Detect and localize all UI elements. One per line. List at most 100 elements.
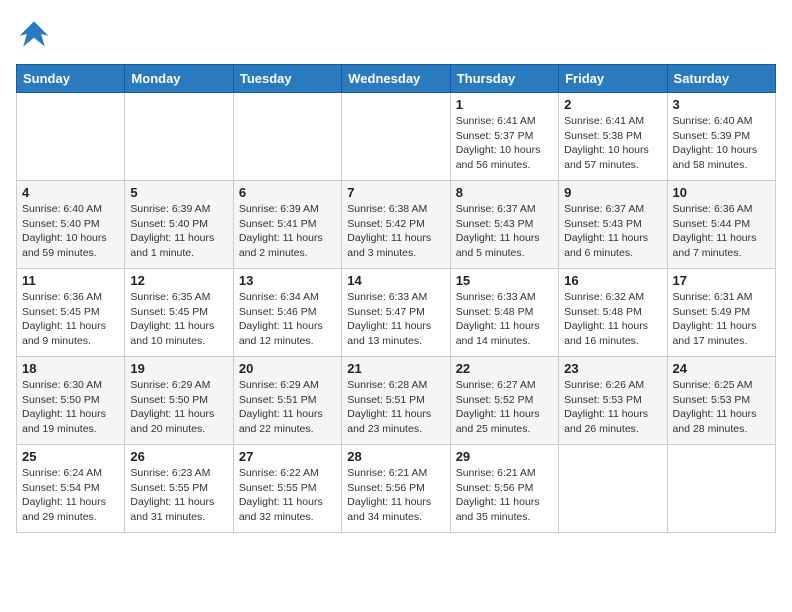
day-info: Sunrise: 6:29 AMSunset: 5:51 PMDaylight:… <box>239 378 336 437</box>
calendar-cell <box>559 445 667 533</box>
calendar-header-row: SundayMondayTuesdayWednesdayThursdayFrid… <box>17 65 776 93</box>
day-info: Sunrise: 6:39 AMSunset: 5:41 PMDaylight:… <box>239 202 336 261</box>
calendar-week-row: 18Sunrise: 6:30 AMSunset: 5:50 PMDayligh… <box>17 357 776 445</box>
day-info: Sunrise: 6:23 AMSunset: 5:55 PMDaylight:… <box>130 466 227 525</box>
calendar-cell: 25 Sunrise: 6:24 AMSunset: 5:54 PMDayligh… <box>17 445 125 533</box>
weekday-header-wednesday: Wednesday <box>342 65 450 93</box>
calendar-cell: 29 Sunrise: 6:21 AMSunset: 5:56 PMDayligh… <box>450 445 558 533</box>
day-number: 4 <box>22 185 119 200</box>
day-number: 24 <box>673 361 770 376</box>
day-info: Sunrise: 6:21 AMSunset: 5:56 PMDaylight:… <box>347 466 444 525</box>
day-number: 10 <box>673 185 770 200</box>
day-number: 8 <box>456 185 553 200</box>
calendar-cell <box>233 93 341 181</box>
day-info: Sunrise: 6:32 AMSunset: 5:48 PMDaylight:… <box>564 290 661 349</box>
day-info: Sunrise: 6:39 AMSunset: 5:40 PMDaylight:… <box>130 202 227 261</box>
calendar-cell: 2 Sunrise: 6:41 AMSunset: 5:38 PMDaylight… <box>559 93 667 181</box>
day-number: 6 <box>239 185 336 200</box>
day-info: Sunrise: 6:35 AMSunset: 5:45 PMDaylight:… <box>130 290 227 349</box>
calendar-cell: 5Sunrise: 6:39 AMSunset: 5:40 PMDaylight… <box>125 181 233 269</box>
day-number: 7 <box>347 185 444 200</box>
day-number: 26 <box>130 449 227 464</box>
day-info: Sunrise: 6:33 AMSunset: 5:47 PMDaylight:… <box>347 290 444 349</box>
day-info: Sunrise: 6:21 AMSunset: 5:56 PMDaylight:… <box>456 466 553 525</box>
day-info: Sunrise: 6:24 AMSunset: 5:54 PMDaylight:… <box>22 466 119 525</box>
day-number: 1 <box>456 97 553 112</box>
day-number: 2 <box>564 97 661 112</box>
day-number: 25 <box>22 449 119 464</box>
calendar-cell <box>342 93 450 181</box>
day-info: Sunrise: 6:36 AMSunset: 5:45 PMDaylight:… <box>22 290 119 349</box>
day-number: 20 <box>239 361 336 376</box>
weekday-header-friday: Friday <box>559 65 667 93</box>
day-number: 27 <box>239 449 336 464</box>
day-info: Sunrise: 6:27 AMSunset: 5:52 PMDaylight:… <box>456 378 553 437</box>
weekday-header-thursday: Thursday <box>450 65 558 93</box>
calendar-cell: 4 Sunrise: 6:40 AMSunset: 5:40 PMDaylight… <box>17 181 125 269</box>
calendar-cell: 15 Sunrise: 6:33 AMSunset: 5:48 PMDayligh… <box>450 269 558 357</box>
logo-icon <box>16 16 52 52</box>
calendar-cell: 27 Sunrise: 6:22 AMSunset: 5:55 PMDayligh… <box>233 445 341 533</box>
calendar-cell <box>667 445 775 533</box>
day-info: Sunrise: 6:29 AMSunset: 5:50 PMDaylight:… <box>130 378 227 437</box>
calendar-cell <box>17 93 125 181</box>
calendar-cell: 23 Sunrise: 6:26 AMSunset: 5:53 PMDayligh… <box>559 357 667 445</box>
calendar-cell: 28Sunrise: 6:21 AMSunset: 5:56 PMDayligh… <box>342 445 450 533</box>
weekday-header-monday: Monday <box>125 65 233 93</box>
day-number: 14 <box>347 273 444 288</box>
day-number: 22 <box>456 361 553 376</box>
calendar-cell: 3 Sunrise: 6:40 AMSunset: 5:39 PMDaylight… <box>667 93 775 181</box>
logo <box>16 16 56 52</box>
calendar-cell: 17Sunrise: 6:31 AMSunset: 5:49 PMDayligh… <box>667 269 775 357</box>
calendar-cell: 14 Sunrise: 6:33 AMSunset: 5:47 PMDayligh… <box>342 269 450 357</box>
weekday-header-sunday: Sunday <box>17 65 125 93</box>
page-header <box>16 16 776 52</box>
calendar-cell: 11 Sunrise: 6:36 AMSunset: 5:45 PMDayligh… <box>17 269 125 357</box>
day-number: 13 <box>239 273 336 288</box>
calendar-table: SundayMondayTuesdayWednesdayThursdayFrid… <box>16 64 776 533</box>
calendar-cell: 26 Sunrise: 6:23 AMSunset: 5:55 PMDayligh… <box>125 445 233 533</box>
weekday-header-tuesday: Tuesday <box>233 65 341 93</box>
day-info: Sunrise: 6:37 AMSunset: 5:43 PMDaylight:… <box>564 202 661 261</box>
calendar-cell: 20 Sunrise: 6:29 AMSunset: 5:51 PMDayligh… <box>233 357 341 445</box>
day-info: Sunrise: 6:30 AMSunset: 5:50 PMDaylight:… <box>22 378 119 437</box>
day-info: Sunrise: 6:22 AMSunset: 5:55 PMDaylight:… <box>239 466 336 525</box>
day-number: 12 <box>130 273 227 288</box>
weekday-header-saturday: Saturday <box>667 65 775 93</box>
day-number: 16 <box>564 273 661 288</box>
calendar-cell: 1 Sunrise: 6:41 AMSunset: 5:37 PMDaylight… <box>450 93 558 181</box>
calendar-week-row: 25 Sunrise: 6:24 AMSunset: 5:54 PMDayligh… <box>17 445 776 533</box>
calendar-week-row: 1 Sunrise: 6:41 AMSunset: 5:37 PMDaylight… <box>17 93 776 181</box>
calendar-week-row: 11 Sunrise: 6:36 AMSunset: 5:45 PMDayligh… <box>17 269 776 357</box>
calendar-cell: 16 Sunrise: 6:32 AMSunset: 5:48 PMDayligh… <box>559 269 667 357</box>
day-info: Sunrise: 6:37 AMSunset: 5:43 PMDaylight:… <box>456 202 553 261</box>
day-info: Sunrise: 6:38 AMSunset: 5:42 PMDaylight:… <box>347 202 444 261</box>
day-info: Sunrise: 6:36 AMSunset: 5:44 PMDaylight:… <box>673 202 770 261</box>
day-info: Sunrise: 6:41 AMSunset: 5:37 PMDaylight:… <box>456 114 553 173</box>
calendar-cell <box>125 93 233 181</box>
day-info: Sunrise: 6:28 AMSunset: 5:51 PMDaylight:… <box>347 378 444 437</box>
calendar-cell: 24 Sunrise: 6:25 AMSunset: 5:53 PMDayligh… <box>667 357 775 445</box>
day-info: Sunrise: 6:41 AMSunset: 5:38 PMDaylight:… <box>564 114 661 173</box>
day-info: Sunrise: 6:31 AMSunset: 5:49 PMDaylight:… <box>673 290 770 349</box>
day-number: 23 <box>564 361 661 376</box>
day-number: 19 <box>130 361 227 376</box>
day-number: 9 <box>564 185 661 200</box>
day-info: Sunrise: 6:26 AMSunset: 5:53 PMDaylight:… <box>564 378 661 437</box>
calendar-cell: 6 Sunrise: 6:39 AMSunset: 5:41 PMDaylight… <box>233 181 341 269</box>
day-number: 11 <box>22 273 119 288</box>
day-number: 21 <box>347 361 444 376</box>
calendar-cell: 10 Sunrise: 6:36 AMSunset: 5:44 PMDayligh… <box>667 181 775 269</box>
day-info: Sunrise: 6:33 AMSunset: 5:48 PMDaylight:… <box>456 290 553 349</box>
day-info: Sunrise: 6:40 AMSunset: 5:39 PMDaylight:… <box>673 114 770 173</box>
day-number: 3 <box>673 97 770 112</box>
calendar-cell: 7 Sunrise: 6:38 AMSunset: 5:42 PMDaylight… <box>342 181 450 269</box>
calendar-cell: 22 Sunrise: 6:27 AMSunset: 5:52 PMDayligh… <box>450 357 558 445</box>
calendar-cell: 18Sunrise: 6:30 AMSunset: 5:50 PMDayligh… <box>17 357 125 445</box>
day-info: Sunrise: 6:40 AMSunset: 5:40 PMDaylight:… <box>22 202 119 261</box>
day-info: Sunrise: 6:25 AMSunset: 5:53 PMDaylight:… <box>673 378 770 437</box>
calendar-cell: 19 Sunrise: 6:29 AMSunset: 5:50 PMDayligh… <box>125 357 233 445</box>
day-number: 29 <box>456 449 553 464</box>
calendar-cell: 12 Sunrise: 6:35 AMSunset: 5:45 PMDayligh… <box>125 269 233 357</box>
day-number: 15 <box>456 273 553 288</box>
